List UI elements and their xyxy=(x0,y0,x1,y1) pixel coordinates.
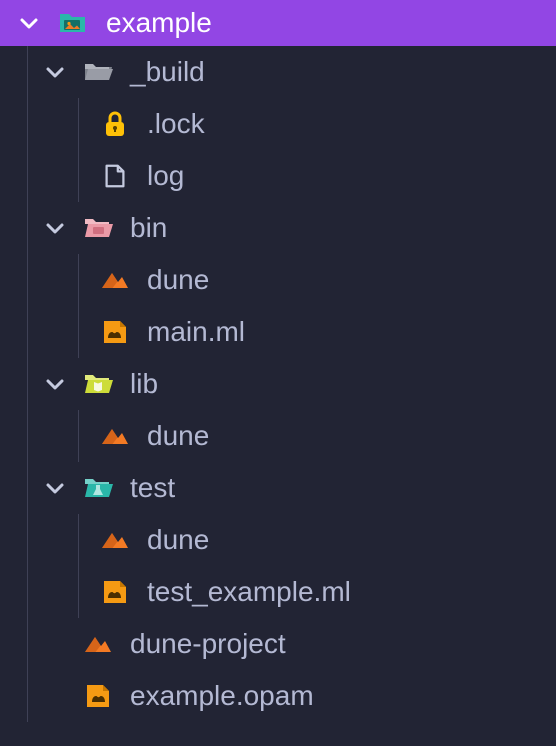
root-row[interactable]: example xyxy=(0,0,556,46)
indent-guide xyxy=(27,462,28,514)
indent-guide xyxy=(78,98,79,150)
folder-lib-icon xyxy=(83,370,113,398)
indent-guide xyxy=(27,306,28,358)
file-label: test_example.ml xyxy=(147,576,351,608)
file-label: dune xyxy=(147,524,209,556)
dune-icon xyxy=(100,266,130,294)
file-explorer-tree: example _build .lock log xyxy=(0,0,556,746)
indent-guide xyxy=(27,670,28,722)
folder-label: _build xyxy=(130,56,205,88)
file-label: example.opam xyxy=(130,680,314,712)
indent-guide xyxy=(27,410,28,462)
file-label: dune-project xyxy=(130,628,286,660)
indent-guide xyxy=(27,254,28,306)
indent-guide xyxy=(27,618,28,670)
folder-row-bin[interactable]: bin xyxy=(0,202,556,254)
chevron-down-icon xyxy=(44,217,66,239)
folder-test-icon xyxy=(83,474,113,502)
file-row-log[interactable]: log xyxy=(0,150,556,202)
root-image-folder-icon xyxy=(58,9,88,37)
dune-icon xyxy=(83,630,113,658)
file-row-test-dune[interactable]: dune xyxy=(0,514,556,566)
chevron-down-icon xyxy=(44,61,66,83)
file-row-test-example[interactable]: test_example.ml xyxy=(0,566,556,618)
opam-file-icon xyxy=(83,682,113,710)
ocaml-file-icon xyxy=(100,578,130,606)
indent-guide xyxy=(78,566,79,618)
file-icon xyxy=(100,162,130,190)
file-row-bin-dune[interactable]: dune xyxy=(0,254,556,306)
folder-label: test xyxy=(130,472,175,504)
indent-guide xyxy=(78,306,79,358)
indent-guide xyxy=(27,46,28,98)
dune-icon xyxy=(100,526,130,554)
folder-row-test[interactable]: test xyxy=(0,462,556,514)
file-row-bin-main[interactable]: main.ml xyxy=(0,306,556,358)
file-row-dune-project[interactable]: dune-project xyxy=(0,618,556,670)
indent-guide xyxy=(78,514,79,566)
chevron-down-icon xyxy=(44,373,66,395)
file-label: log xyxy=(147,160,184,192)
file-label: main.ml xyxy=(147,316,245,348)
file-label: dune xyxy=(147,420,209,452)
folder-label: bin xyxy=(130,212,167,244)
indent-guide xyxy=(27,150,28,202)
indent-guide xyxy=(27,202,28,254)
lock-icon xyxy=(100,110,130,138)
folder-label: lib xyxy=(130,368,158,400)
file-row-lib-dune[interactable]: dune xyxy=(0,410,556,462)
dune-icon xyxy=(100,422,130,450)
root-label: example xyxy=(106,7,212,39)
indent-guide xyxy=(27,566,28,618)
chevron-down-icon xyxy=(44,477,66,499)
indent-guide xyxy=(78,150,79,202)
ocaml-file-icon xyxy=(100,318,130,346)
file-label: dune xyxy=(147,264,209,296)
folder-row-build[interactable]: _build xyxy=(0,46,556,98)
folder-bin-icon xyxy=(83,214,113,242)
indent-guide xyxy=(78,410,79,462)
indent-guide xyxy=(78,254,79,306)
indent-guide xyxy=(27,358,28,410)
folder-open-icon xyxy=(83,58,113,86)
chevron-down-icon xyxy=(18,12,40,34)
indent-guide xyxy=(27,514,28,566)
indent-guide xyxy=(27,98,28,150)
file-row-lock[interactable]: .lock xyxy=(0,98,556,150)
folder-row-lib[interactable]: lib xyxy=(0,358,556,410)
file-label: .lock xyxy=(147,108,205,140)
file-row-example-opam[interactable]: example.opam xyxy=(0,670,556,722)
